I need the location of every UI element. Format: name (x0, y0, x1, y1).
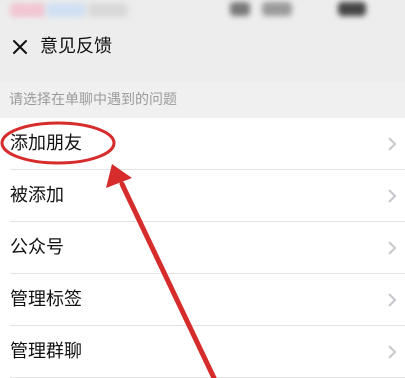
chevron-right-icon (388, 189, 397, 203)
section-hint: 请选择在单聊中遇到的问题 (0, 82, 405, 118)
chevron-right-icon (388, 345, 397, 359)
status-bar-blur (338, 2, 366, 16)
list-item[interactable]: 公众号 (0, 222, 405, 274)
section-hint-text: 请选择在单聊中遇到的问题 (9, 92, 177, 108)
list-item-label: 公众号 (10, 237, 64, 258)
chevron-right-icon (388, 137, 397, 151)
status-bar-blur (262, 2, 292, 16)
list-item-label: 被添加 (10, 185, 64, 206)
page-title: 意见反馈 (40, 36, 112, 57)
status-bar-blur (88, 3, 128, 17)
list-item[interactable]: 被添加 (0, 170, 405, 222)
list-item[interactable]: 添加朋友 (0, 118, 405, 170)
status-bar-blur (46, 3, 86, 17)
status-bar-blur (10, 3, 46, 17)
list-item-label: 管理标签 (10, 289, 82, 310)
chevron-right-icon (388, 293, 397, 307)
list-item-label: 管理群聊 (10, 341, 82, 362)
chevron-right-icon (388, 241, 397, 255)
list-item[interactable]: 管理标签 (0, 274, 405, 326)
list-item[interactable]: 管理群聊 (0, 326, 405, 378)
status-bar-blur (230, 2, 250, 16)
issue-list: 添加朋友 被添加 公众号 管理标签 管理群聊 (0, 118, 405, 378)
close-icon[interactable] (8, 35, 32, 59)
status-bar (0, 0, 405, 26)
list-item-label: 添加朋友 (10, 133, 82, 154)
nav-bar: 意见反馈 (0, 26, 405, 70)
